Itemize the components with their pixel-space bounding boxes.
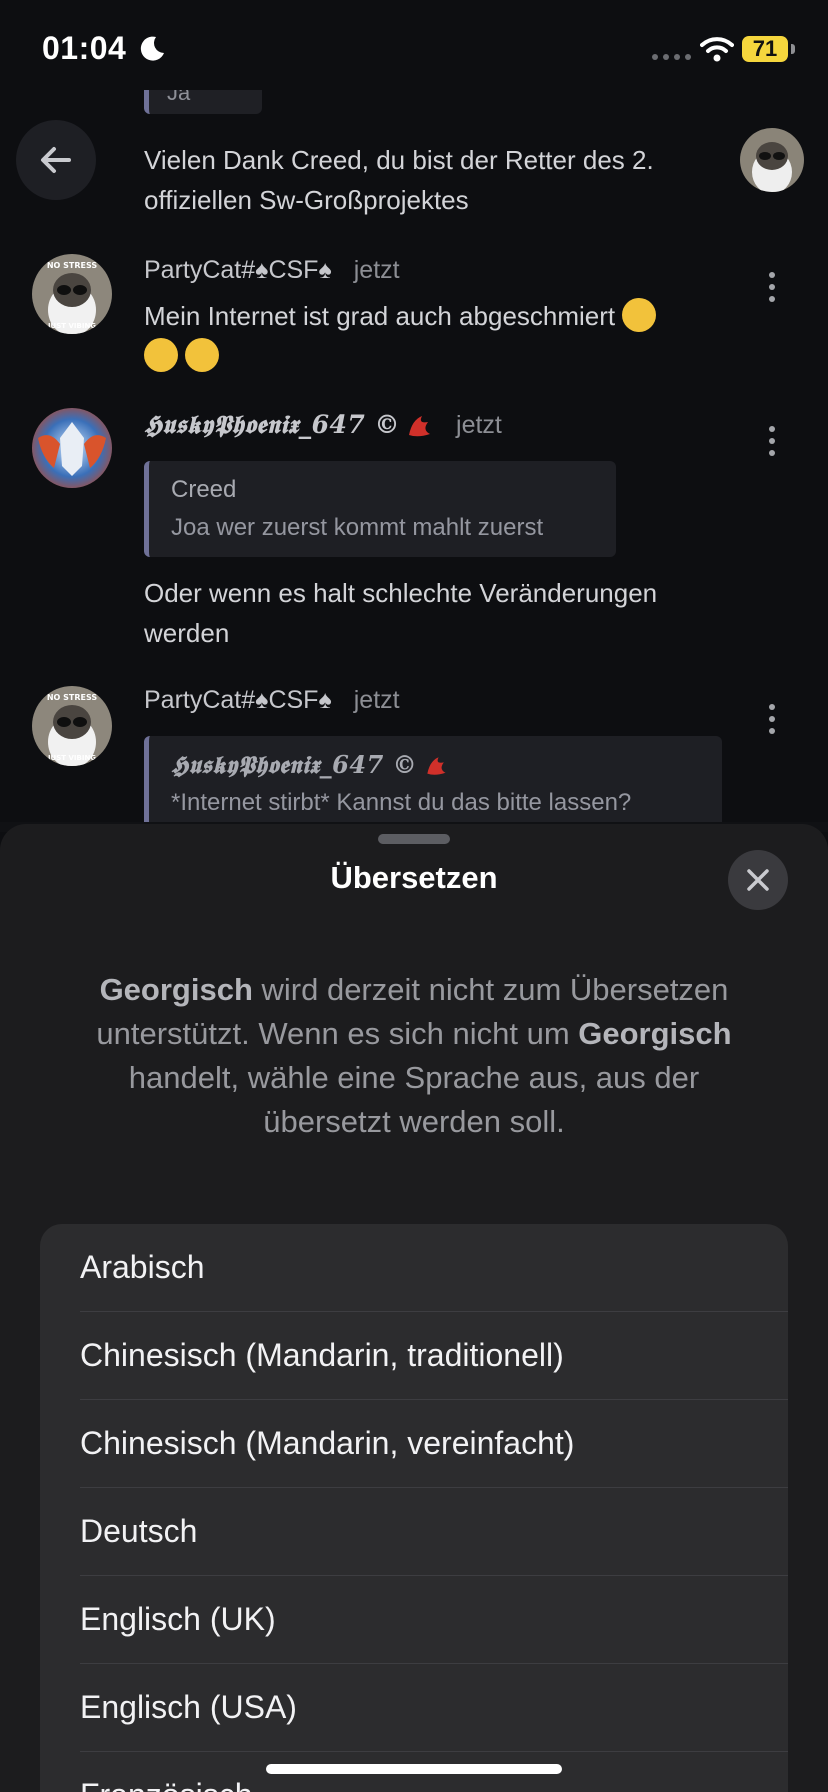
message-header: PartyCat#♠CSF♠ jetzt [144,256,400,285]
avatar[interactable]: NO STRESS JUST VIBING [32,686,112,766]
avatar[interactable] [32,408,112,488]
message-text: Vielen Dank Creed, du bist der Retter de… [144,145,654,215]
svg-text:NO STRESS: NO STRESS [47,693,98,702]
language-option[interactable]: Deutsch [80,1488,788,1576]
kebab-menu-icon[interactable] [764,704,780,734]
translate-sheet: Übersetzen Georgisch wird derzeit nicht … [0,824,828,1792]
svg-text:NO STRESS: NO STRESS [47,261,98,270]
language-option[interactable]: Chinesisch (Mandarin, traditionell) [80,1312,788,1400]
reply-author-row: 𝕳𝖚𝖘𝖐𝖞𝕻𝖍𝖔𝖊𝖓𝖎𝖝_647 © [171,746,700,784]
language-option[interactable]: Englisch (UK) [80,1576,788,1664]
kebab-menu-icon[interactable] [764,426,780,456]
reply-quote: Ja [144,90,262,114]
reply-author: 𝕳𝖚𝖘𝖐𝖞𝕻𝖍𝖔𝖊𝖓𝖎𝖝_647 © [171,750,418,779]
cat-avatar-image: NO STRESS JUST VIBING [32,254,112,334]
author-name[interactable]: PartyCat#♠CSF♠ [144,686,332,715]
chat-area[interactable]: Ja Vielen Dank Creed, du bist der Retter… [0,90,828,830]
author-name[interactable]: 𝕳𝖚𝖘𝖐𝖞𝕻𝖍𝖔𝖊𝖓𝖎𝖝_647 © [144,410,400,440]
sheet-grabber[interactable] [378,834,450,844]
message-header: 𝕳𝖚𝖘𝖐𝖞𝕻𝖍𝖔𝖊𝖓𝖎𝖝_647 © jetzt [144,410,502,440]
message-header: PartyCat#♠CSF♠ jetzt [144,686,400,715]
kebab-menu-icon[interactable] [764,272,780,302]
message-text: Mein Internet ist grad auch abgeschmiert [144,296,734,376]
message-text: Oder wenn es halt schlechte Veränderunge… [144,578,658,648]
author-name[interactable]: PartyCat#♠CSF♠ [144,256,332,285]
language-option[interactable]: Chinesisch (Mandarin, vereinfacht) [80,1400,788,1488]
dragon-icon [409,416,431,437]
avatar[interactable] [740,128,804,192]
battery-tip [791,44,795,54]
reply-author: Creed [171,476,237,503]
avatar[interactable]: NO STRESS JUST VIBING [32,254,112,334]
wolf-avatar-image [32,408,112,488]
cat-avatar-image [740,128,804,192]
message-time: jetzt [353,256,400,284]
close-icon [747,869,769,891]
wifi-icon [700,37,734,62]
reply-quote[interactable]: Creed Joa wer zuerst kommt mahlt zuerst [144,461,616,557]
language-option[interactable]: Arabisch [80,1224,788,1312]
language-list[interactable]: Arabisch Chinesisch (Mandarin, tradition… [40,1224,788,1792]
svg-text:JUST VIBING: JUST VIBING [47,754,96,762]
sweat-smile-emoji-icon [144,338,178,372]
message-time: jetzt [353,686,400,714]
sweat-smile-emoji-icon [185,338,220,372]
signal-icon [652,54,691,60]
battery-icon: 71 [742,36,788,62]
reply-quote[interactable]: 𝕳𝖚𝖘𝖐𝖞𝕻𝖍𝖔𝖊𝖓𝖎𝖝_647 © *Internet stirbt* Kan… [144,736,722,830]
sweat-smile-emoji-icon [622,298,657,332]
status-bar: 01:04 71 [0,0,828,96]
message-time: jetzt [456,410,502,439]
sheet-title: Übersetzen [330,860,498,895]
back-button[interactable] [16,120,96,200]
reply-text: Joa wer zuerst kommt mahlt zuerst [171,514,544,541]
arrow-left-icon [41,147,71,173]
dragon-icon [427,757,446,775]
moon-icon [140,36,164,61]
reply-text: *Internet stirbt* Kannst du das bitte la… [171,789,632,816]
close-button[interactable] [728,850,788,910]
cat-avatar-image: NO STRESS JUST VIBING [32,686,112,766]
language-option[interactable]: Englisch (USA) [80,1664,788,1752]
sheet-description: Georgisch wird derzeit nicht zum Überset… [96,972,732,1139]
status-time: 01:04 [42,30,127,66]
home-indicator[interactable] [266,1764,562,1774]
svg-text:JUST VIBING: JUST VIBING [47,322,96,330]
